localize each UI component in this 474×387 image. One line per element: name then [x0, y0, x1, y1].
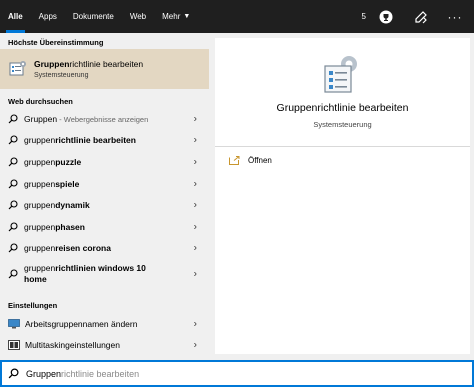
web-suggestion-label: gruppendynamik: [24, 200, 90, 210]
settings-item-label: Multitaskingeinstellungen: [25, 340, 120, 351]
best-match-title-bold: Gruppen: [34, 59, 70, 69]
best-match-result[interactable]: Gruppenrichtlinie bearbeiten Systemsteue…: [0, 49, 209, 89]
tab-apps-label: Apps: [38, 12, 57, 21]
search-icon: [8, 269, 18, 279]
best-match-title: Gruppenrichtlinie bearbeiten: [34, 59, 143, 69]
tab-web-label: Web: [129, 12, 147, 21]
web-suggestion[interactable]: gruppendynamik ›: [0, 194, 209, 216]
tab-documents-label: Dokumente: [72, 12, 114, 21]
search-input-typed[interactable]: Gruppen: [26, 369, 61, 379]
chevron-right-icon[interactable]: ›: [194, 156, 197, 167]
search-icon: [8, 222, 18, 232]
search-bar[interactable]: Gruppen richtlinie bearbeiten: [0, 360, 474, 387]
web-suggestion-label: gruppenrichtlinie bearbeiten: [24, 135, 136, 145]
chevron-down-icon: ▼: [183, 13, 191, 20]
web-suggestions-list: Gruppen - Webergebnisse anzeigen › grupp…: [0, 108, 209, 289]
search-icon: [8, 135, 18, 145]
trophy-icon[interactable]: [378, 9, 394, 25]
web-suggestion-label: gruppenreisen corona: [24, 243, 111, 253]
settings-item[interactable]: Multitaskingeinstellungen ›: [0, 335, 209, 357]
open-icon: [229, 156, 240, 165]
search-icon: [8, 368, 19, 379]
chevron-right-icon[interactable]: ›: [194, 221, 197, 232]
chevron-right-icon[interactable]: ›: [194, 243, 197, 254]
chevron-right-icon[interactable]: ›: [194, 318, 197, 329]
search-icon: [8, 179, 18, 189]
search-icon: [8, 157, 18, 167]
multitasking-icon: [8, 340, 20, 351]
web-suggestion[interactable]: gruppenreisen corona ›: [0, 238, 209, 260]
search-icon: [8, 243, 18, 253]
results-panel: Höchste Übereinstimmung Gruppenrichtlini…: [0, 33, 209, 358]
feedback-icon[interactable]: [412, 8, 430, 26]
web-suggestion-prefix: gruppen: [24, 221, 56, 232]
web-suggestion-label: Gruppen - Webergebnisse anzeigen: [24, 114, 148, 124]
web-suggestion[interactable]: gruppenrichtlinien windows 10 home ›: [0, 259, 209, 289]
open-action-label: Öffnen: [248, 156, 272, 165]
chevron-right-icon[interactable]: ›: [194, 178, 197, 189]
group-policy-icon: [9, 60, 27, 78]
search-icon: [8, 114, 18, 124]
chevron-right-icon[interactable]: ›: [194, 269, 197, 280]
divider: [215, 146, 470, 147]
web-suggestion-prefix: gruppen: [24, 263, 56, 274]
rewards-points: 5: [361, 12, 366, 21]
best-match-heading: Höchste Übereinstimmung: [8, 38, 104, 47]
tab-all[interactable]: Alle: [0, 0, 31, 33]
tab-more-label: Mehr: [162, 12, 181, 21]
web-suggestion-prefix: gruppen: [24, 178, 56, 189]
chevron-right-icon[interactable]: ›: [194, 135, 197, 146]
web-suggestion-bold: dynamik: [55, 200, 90, 211]
more-options-icon[interactable]: ···: [446, 8, 464, 26]
web-suggestion-label: gruppenphasen: [24, 222, 85, 232]
web-suggestion-label: gruppenspiele: [24, 179, 79, 189]
web-suggestion-prefix: gruppen: [24, 200, 56, 211]
open-action[interactable]: Öffnen: [229, 156, 272, 165]
web-suggestion[interactable]: Gruppen - Webergebnisse anzeigen ›: [0, 108, 209, 130]
web-suggestion-bold: reisen corona: [55, 243, 111, 254]
tab-all-label: Alle: [8, 12, 23, 21]
web-suggestion-label: gruppenrichtlinien windows 10 home: [24, 263, 146, 285]
web-suggestion[interactable]: gruppenphasen ›: [0, 216, 209, 238]
web-suggestion-bold: richtlinien windows 10: [55, 263, 146, 274]
top-navigation-bar: Alle Apps Dokumente Web Mehr ▼ 5 ···: [0, 0, 474, 33]
web-suggestion-prefix: gruppen: [24, 156, 56, 167]
tab-apps[interactable]: Apps: [31, 0, 65, 33]
web-suggestion[interactable]: gruppenrichtlinie bearbeiten ›: [0, 130, 209, 152]
chevron-right-icon[interactable]: ›: [194, 113, 197, 124]
web-suggestion[interactable]: gruppenspiele ›: [0, 173, 209, 195]
tab-documents[interactable]: Dokumente: [65, 0, 122, 33]
best-match-title-rest: richtlinie bearbeiten: [69, 59, 144, 69]
web-suggestion-hint: - Webergebnisse anzeigen: [57, 114, 149, 124]
tab-web[interactable]: Web: [122, 0, 154, 33]
web-suggestion-label: gruppenpuzzle: [24, 157, 81, 167]
settings-item[interactable]: Arbeitsgruppennamen ändern ›: [0, 313, 209, 335]
chevron-right-icon[interactable]: ›: [194, 340, 197, 351]
preview-panel: Gruppenrichtlinie bearbeiten Systemsteue…: [215, 38, 470, 354]
settings-item-label: Arbeitsgruppennamen ändern: [25, 318, 138, 329]
web-suggestion-bold-line2: home: [24, 274, 47, 285]
web-suggestion-bold: spiele: [55, 178, 80, 189]
web-suggestion[interactable]: gruppenpuzzle ›: [0, 151, 209, 173]
search-icon: [8, 200, 18, 210]
tab-more[interactable]: Mehr ▼: [154, 0, 198, 33]
top-right-controls: 5 ···: [362, 0, 474, 33]
web-suggestion-bold: richtlinie bearbeiten: [55, 135, 136, 146]
web-suggestion-bold: phasen: [55, 221, 85, 232]
web-suggestion-bold: puzzle: [55, 156, 82, 167]
settings-list: Arbeitsgruppennamen ändern › Multitaskin…: [0, 313, 209, 356]
web-suggestion-prefix: gruppen: [24, 243, 56, 254]
best-match-subtitle: Systemsteuerung: [34, 72, 89, 79]
preview-subtitle: Systemsteuerung: [313, 120, 372, 129]
web-search-heading: Web durchsuchen: [8, 97, 73, 106]
search-autocomplete: richtlinie bearbeiten: [61, 368, 140, 379]
preview-title: Gruppenrichtlinie bearbeiten: [276, 102, 409, 114]
web-suggestion-prefix: Gruppen: [24, 113, 58, 124]
web-suggestion-prefix: gruppen: [24, 135, 56, 146]
settings-heading: Einstellungen: [8, 301, 58, 310]
group-policy-icon: [324, 56, 357, 93]
chevron-right-icon[interactable]: ›: [194, 200, 197, 211]
monitor-icon: [8, 318, 20, 329]
